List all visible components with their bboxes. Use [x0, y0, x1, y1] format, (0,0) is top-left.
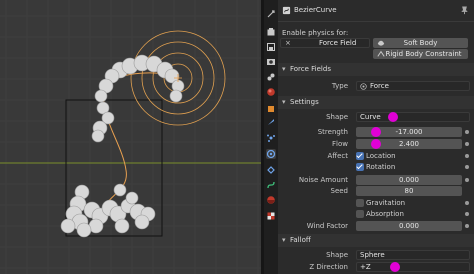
- affect-label: Affect: [327, 152, 348, 160]
- chevron-down-icon: ▾: [282, 98, 286, 106]
- keyframe-dot-icon[interactable]: [465, 212, 469, 216]
- seed-label: Seed: [330, 187, 349, 195]
- curve-object-icon: [282, 6, 291, 17]
- world-tab-icon[interactable]: [266, 87, 276, 97]
- wind-factor-value: 0.000: [398, 222, 420, 230]
- chevron-down-icon: ▾: [282, 236, 286, 244]
- wind-factor-field[interactable]: 0.000: [356, 221, 462, 231]
- keyframe-dot-icon[interactable]: [465, 178, 469, 182]
- chevron-down-icon: ▾: [282, 65, 286, 73]
- view-layer-tab-icon[interactable]: [266, 57, 276, 67]
- rotation-checkbox[interactable]: [356, 163, 364, 171]
- absorption-label: Absorption: [366, 210, 404, 218]
- flow-label: Flow: [332, 140, 348, 148]
- properties-tab-strip: [264, 0, 278, 274]
- keyframe-dot-icon[interactable]: [465, 130, 469, 134]
- modifier-tab-icon[interactable]: [266, 117, 276, 127]
- keyframe-dot-icon[interactable]: [465, 224, 469, 228]
- close-icon: ×: [285, 39, 291, 47]
- render-tab-icon[interactable]: [266, 27, 276, 37]
- properties-panel: BezierCurve Enable physics for: × Force …: [278, 0, 474, 274]
- texture-tab-icon[interactable]: [266, 211, 276, 221]
- falloff-shape-dropdown[interactable]: Sphere: [356, 250, 470, 260]
- 3d-viewport[interactable]: [0, 0, 261, 274]
- object-tab-icon[interactable]: [266, 104, 276, 114]
- z-direction-value: +Z: [360, 263, 371, 271]
- seed-field[interactable]: 80: [356, 186, 462, 196]
- rigid-body-constraint-label: Rigid Body Constraint: [385, 50, 462, 58]
- particle: [134, 214, 150, 230]
- physics-tab-icon[interactable]: [266, 149, 276, 159]
- particles-tab-icon[interactable]: [266, 133, 276, 143]
- particle: [60, 218, 76, 234]
- header-divider: [278, 21, 474, 22]
- type-value: Force: [370, 82, 389, 90]
- soft-body-label: Soft Body: [403, 39, 438, 47]
- pin-icon[interactable]: [460, 6, 469, 17]
- noise-amount-value: 0.000: [398, 176, 420, 184]
- force-fields-section-header[interactable]: ▾ Force Fields: [278, 63, 474, 76]
- keyframe-dot-icon[interactable]: [465, 165, 469, 169]
- scene-tab-icon[interactable]: [266, 72, 276, 82]
- force-type-icon: [360, 83, 367, 93]
- viewport-grid: [0, 0, 261, 274]
- particle: [125, 191, 139, 205]
- absorption-checkbox[interactable]: [356, 210, 364, 218]
- location-label: Location: [366, 152, 396, 160]
- force-field-button[interactable]: × Force Field: [280, 38, 370, 48]
- keyframe-dot-icon[interactable]: [465, 142, 469, 146]
- annotation-marker: [371, 139, 381, 149]
- falloff-title: Falloff: [290, 236, 311, 244]
- shape-label: Shape: [326, 113, 348, 121]
- shape-dropdown[interactable]: Curve: [356, 112, 470, 122]
- particle: [91, 129, 105, 143]
- object-data-tab-icon[interactable]: [266, 180, 276, 190]
- z-direction-dropdown[interactable]: +Z: [356, 262, 470, 272]
- force-field-label: Force Field: [319, 39, 357, 47]
- rigid-body-constraint-button[interactable]: Rigid Body Constraint: [373, 49, 468, 59]
- object-name: BezierCurve: [294, 6, 337, 14]
- particle: [113, 183, 127, 197]
- keyframe-dot-icon[interactable]: [465, 201, 469, 205]
- flow-value: 2.400: [398, 140, 420, 148]
- noise-amount-field[interactable]: 0.000: [356, 175, 462, 185]
- annotation-marker: [371, 127, 381, 137]
- annotation-marker: [390, 262, 400, 272]
- z-direction-label: Z Direction: [309, 263, 348, 271]
- viewport-scene[interactable]: [0, 0, 261, 274]
- particle: [114, 218, 130, 234]
- annotation-marker: [388, 112, 398, 122]
- falloff-section-header[interactable]: ▾ Falloff: [278, 234, 474, 247]
- seed-value: 80: [404, 187, 414, 195]
- falloff-shape-label: Shape: [326, 251, 348, 259]
- constraints-tab-icon[interactable]: [266, 165, 276, 175]
- particles: [60, 54, 185, 238]
- rotation-label: Rotation: [366, 163, 396, 171]
- falloff-shape-value: Sphere: [360, 251, 385, 259]
- noise-amount-label: Noise Amount: [298, 176, 348, 184]
- gravitation-checkbox[interactable]: [356, 199, 364, 207]
- shape-value: Curve: [360, 113, 381, 121]
- settings-title: Settings: [290, 98, 319, 106]
- tool-tab-icon[interactable]: [266, 9, 276, 19]
- strength-value: -17.000: [395, 128, 423, 136]
- particle: [76, 222, 92, 238]
- particle: [169, 89, 183, 103]
- type-dropdown[interactable]: Force: [356, 81, 470, 91]
- type-label: Type: [331, 82, 348, 90]
- strength-label: Strength: [317, 128, 348, 136]
- gravitation-label: Gravitation: [366, 199, 406, 207]
- settings-section-header[interactable]: ▾ Settings: [278, 96, 474, 109]
- force-fields-title: Force Fields: [290, 65, 331, 73]
- wind-factor-label: Wind Factor: [306, 222, 348, 230]
- output-tab-icon[interactable]: [266, 42, 276, 52]
- particle: [94, 89, 108, 103]
- soft-body-button[interactable]: Soft Body: [373, 38, 468, 48]
- material-tab-icon[interactable]: [266, 195, 276, 205]
- rigid-body-constraint-icon: [377, 50, 385, 61]
- keyframe-dot-icon[interactable]: [465, 154, 469, 158]
- location-checkbox[interactable]: [356, 152, 364, 160]
